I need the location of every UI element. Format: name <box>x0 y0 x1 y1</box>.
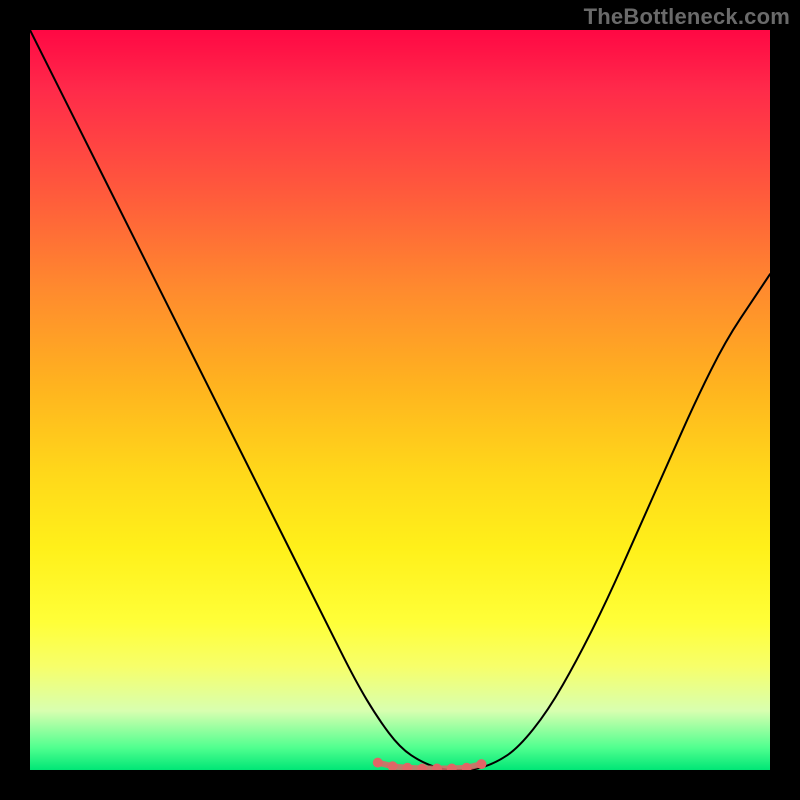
optimal-dot <box>476 759 486 769</box>
dots-layer <box>30 30 770 770</box>
plot-area <box>30 30 770 770</box>
chart-frame: TheBottleneck.com <box>0 0 800 800</box>
optimal-range-dots <box>373 758 487 770</box>
optimal-dot <box>417 764 427 771</box>
optimal-dot <box>432 764 442 771</box>
optimal-dot <box>447 764 457 771</box>
optimal-dot <box>373 758 383 768</box>
watermark-label: TheBottleneck.com <box>584 4 790 30</box>
optimal-dot <box>402 763 412 770</box>
